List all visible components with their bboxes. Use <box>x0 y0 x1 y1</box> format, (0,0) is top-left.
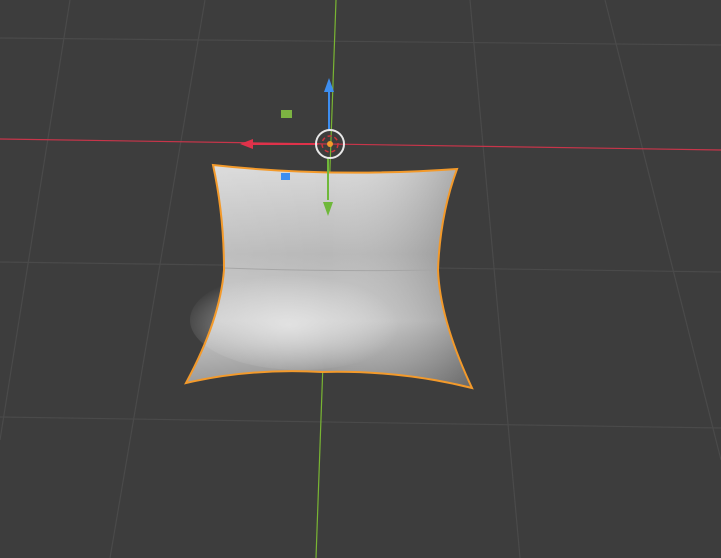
3d-viewport[interactable] <box>0 0 721 558</box>
viewport-canvas[interactable] <box>0 0 721 558</box>
object-origin-icon <box>327 141 333 147</box>
gizmo-plane-handle-z-icon[interactable] <box>281 173 290 180</box>
x-axis-line <box>0 138 721 151</box>
gizmo-x-arrow-icon[interactable] <box>240 139 253 149</box>
gizmo-plane-handle-icon[interactable] <box>281 110 292 118</box>
